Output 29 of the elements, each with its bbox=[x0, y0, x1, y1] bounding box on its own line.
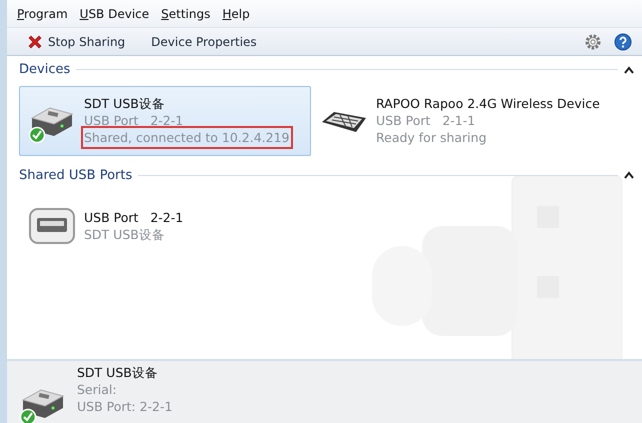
menu-item[interactable]: Settings bbox=[161, 4, 210, 22]
help-icon[interactable] bbox=[614, 32, 632, 50]
settings-icon[interactable] bbox=[584, 32, 602, 50]
device-tile[interactable]: USB Port 2-2-1 SDT USB设备 bbox=[19, 191, 311, 261]
menu-item[interactable]: USB Device bbox=[80, 4, 150, 22]
group-header: Devices bbox=[19, 61, 70, 79]
device-tile[interactable]: RAPOO Rapoo 2.4G Wireless Device USB Port 2-1-1 Ready for sharing bbox=[311, 86, 603, 156]
device-name: SDT USB设备 bbox=[77, 364, 159, 381]
highlighted-status-text: Shared, connected to 10.2.4.219 bbox=[84, 129, 290, 146]
device-tile[interactable]: SDT USB设备 USB Port 2-2-1 Shared, connected to 10.2.4.219 bbox=[19, 86, 311, 156]
group-header: Shared USB Ports bbox=[19, 166, 132, 184]
collapse-chevron-icon[interactable] bbox=[624, 171, 634, 180]
device-detail: Ready for sharing bbox=[376, 129, 488, 146]
device-detail: USB Port: 2-2-1 bbox=[77, 398, 172, 415]
usb-port-icon bbox=[28, 205, 76, 247]
device-name: RAPOO Rapoo 2.4G Wireless Device bbox=[376, 95, 600, 112]
collapse-chevron-icon[interactable] bbox=[624, 66, 634, 74]
device-detail: Serial: bbox=[77, 381, 118, 398]
stop-sharing-button[interactable]: Stop Sharing bbox=[23, 30, 130, 52]
device-name: USB Port 2-2-1 bbox=[84, 209, 184, 226]
device-detail: USB Port 2-1-1 bbox=[376, 112, 476, 129]
toolbar-button[interactable]: Device Properties bbox=[147, 30, 261, 52]
device-detail: USB Port 2-2-1 bbox=[84, 112, 184, 129]
device-name: SDT USB设备 bbox=[84, 95, 166, 112]
menu-item[interactable]: Help bbox=[222, 4, 250, 22]
device-detail: SDT USB设备 bbox=[84, 226, 166, 243]
usb-drive-icon bbox=[30, 106, 74, 136]
close-icon bbox=[27, 34, 43, 50]
menu-item[interactable]: Program bbox=[17, 4, 68, 22]
